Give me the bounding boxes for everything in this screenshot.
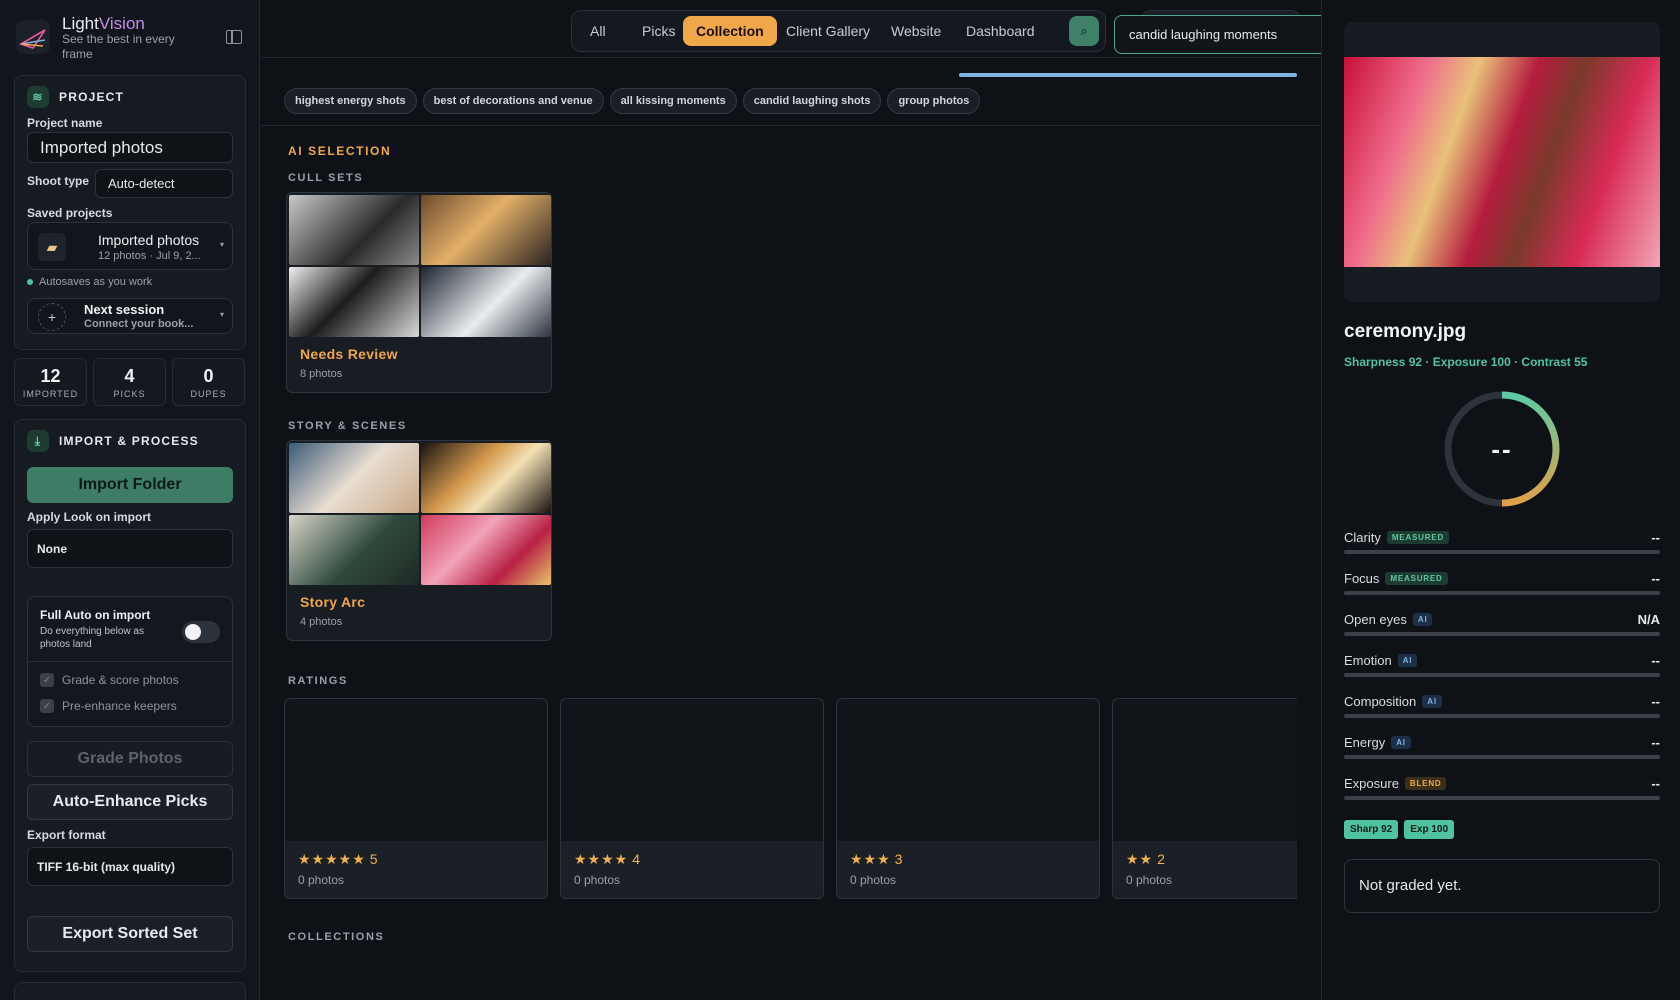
project-card: ≋ PROJECT Project name Imported photos S… xyxy=(14,75,246,350)
rating-footer: ★★ 2 0 photos xyxy=(1113,841,1297,898)
brand: LightVision See the best in every frame xyxy=(16,14,246,62)
brand-name: LightVision xyxy=(62,14,145,33)
layers-icon: ≋ xyxy=(27,86,49,108)
star-icon: ★★★ 3 xyxy=(850,851,904,867)
stat-imported: 12 IMPORTED xyxy=(14,358,87,406)
metric-emotion: Emotion AI -- xyxy=(1344,653,1660,683)
project-heading: ≋ PROJECT xyxy=(27,86,124,108)
brand-tagline: See the best in every frame xyxy=(62,32,175,61)
apply-look-select[interactable]: None xyxy=(27,529,233,568)
rating-card-4[interactable]: ★★★★ 4 0 photos xyxy=(560,698,824,899)
metric-composition: Composition AI -- xyxy=(1344,694,1660,724)
rating-count: 0 photos xyxy=(850,873,897,887)
project-name-label: Project name xyxy=(27,116,103,130)
chevron-down-icon: ▾ xyxy=(219,310,224,319)
ai-badge: AI xyxy=(1391,736,1411,749)
auto-enhance-button[interactable]: Auto-Enhance Picks xyxy=(27,784,233,820)
star-icon: ★★ 2 xyxy=(1126,851,1166,867)
autosave-status: Autosaves as you work xyxy=(27,276,152,288)
rating-count: 0 photos xyxy=(574,873,621,887)
check-icon: ✓ xyxy=(40,699,54,713)
grade-score-checkbox[interactable]: ✓ Grade & score photos xyxy=(40,673,179,687)
stat-dupes: 0 DUPES xyxy=(172,358,245,406)
apply-look-label: Apply Look on import xyxy=(27,510,151,524)
logo-icon xyxy=(16,20,50,54)
saved-project-meta: 12 photos · Jul 9, 2... xyxy=(98,250,201,262)
saved-project-item[interactable]: ▰ Imported photos 12 photos · Jul 9, 2..… xyxy=(27,222,233,270)
shoot-type-label: Shoot type xyxy=(27,174,89,188)
metric-exposure: Exposure BLEND -- xyxy=(1344,776,1660,806)
full-auto-toggle[interactable] xyxy=(182,621,220,643)
rating-footer: ★★★★★ 5 0 photos xyxy=(285,841,547,898)
rating-count: 0 photos xyxy=(298,873,345,887)
photo-preview[interactable] xyxy=(1344,22,1660,302)
metric-open-eyes: Open eyes AI N/A xyxy=(1344,612,1660,642)
plus-icon: + xyxy=(38,303,66,331)
metric-energy: Energy AI -- xyxy=(1344,735,1660,765)
ai-badge: AI xyxy=(1412,613,1433,626)
full-auto-panel: Full Auto on import Do everything below … xyxy=(27,596,233,727)
rating-footer: ★★★★ 4 0 photos xyxy=(561,841,823,898)
download-icon: ⤓ xyxy=(27,430,49,452)
chevron-down-icon: ▾ xyxy=(219,240,224,249)
rating-footer: ★★★ 3 0 photos xyxy=(837,841,1099,898)
measured-badge: MEASURED xyxy=(1385,572,1448,585)
full-auto-title: Full Auto on import xyxy=(40,608,151,622)
main-content: All Picks Collection Client Gallery Webs… xyxy=(261,0,1366,1000)
check-icon: ✓ xyxy=(40,673,54,687)
star-icon: ★★★★★ 5 xyxy=(298,851,379,867)
import-folder-button[interactable]: Import Folder xyxy=(27,467,233,503)
rating-count: 0 photos xyxy=(1126,873,1173,887)
folder-icon: ▰ xyxy=(38,233,66,261)
grade-photos-button[interactable]: Grade Photos xyxy=(27,741,233,777)
stat-picks: 4 PICKS xyxy=(93,358,166,406)
blend-badge: BLEND xyxy=(1404,777,1447,790)
metric-pills: Sharp 92 Exp 100 xyxy=(1344,820,1455,839)
full-auto-sub: Do everything below as photos land xyxy=(40,626,144,650)
next-session-sub: Connect your book... xyxy=(84,318,194,330)
score-dial: -- xyxy=(1443,390,1561,508)
divider xyxy=(28,661,232,662)
next-card xyxy=(14,982,246,1000)
ratings-strip: ★★★★★ 5 0 photos ★★★★ 4 0 photos ★★★ 3 0 ph… xyxy=(261,0,1297,1000)
rating-card-5[interactable]: ★★★★★ 5 0 photos xyxy=(284,698,548,899)
grade-status: Not graded yet. xyxy=(1344,859,1660,913)
score-value: -- xyxy=(1491,434,1513,464)
sidebar-toggle-icon[interactable] xyxy=(226,30,242,44)
export-format-select[interactable]: TIFF 16-bit (max quality) xyxy=(27,847,233,886)
exposure-pill: Exp 100 xyxy=(1404,820,1455,839)
measured-badge: MEASURED xyxy=(1386,531,1450,544)
status-dot-icon xyxy=(27,279,33,285)
detail-panel: ceremony.jpg Sharpness 92 · Exposure 100… xyxy=(1321,0,1680,1000)
shoot-type-select[interactable]: Auto-detect xyxy=(95,169,233,198)
sharpness-pill: Sharp 92 xyxy=(1344,820,1399,839)
import-heading: ⤓ IMPORT & PROCESS xyxy=(27,430,199,452)
export-format-label: Export format xyxy=(27,828,106,842)
metric-clarity: Clarity MEASURED -- xyxy=(1344,530,1660,560)
import-process-card: ⤓ IMPORT & PROCESS Import Folder Apply L… xyxy=(14,419,246,972)
saved-projects-label: Saved projects xyxy=(27,206,113,220)
saved-project-title: Imported photos xyxy=(98,232,200,248)
collections-title: COLLECTIONS xyxy=(288,931,385,943)
next-session-title: Next session xyxy=(84,302,165,317)
photo-metrics: Sharpness 92 · Exposure 100 · Contrast 5… xyxy=(1344,355,1588,369)
rating-card-2[interactable]: ★★ 2 0 photos xyxy=(1112,698,1297,899)
export-sorted-button[interactable]: Export Sorted Set xyxy=(27,916,233,952)
ai-badge: AI xyxy=(1397,654,1418,667)
sidebar: LightVision See the best in every frame … xyxy=(0,0,260,1000)
ai-badge: AI xyxy=(1422,695,1442,708)
photo-image xyxy=(1344,57,1660,267)
next-session-item[interactable]: + Next session Connect your book... ▾ xyxy=(27,298,233,334)
project-name-input[interactable]: Imported photos xyxy=(27,132,233,163)
pre-enhance-checkbox[interactable]: ✓ Pre-enhance keepers xyxy=(40,699,177,713)
photo-filename: ceremony.jpg xyxy=(1344,321,1467,342)
rating-card-3[interactable]: ★★★ 3 0 photos xyxy=(836,698,1100,899)
metric-focus: Focus MEASURED -- xyxy=(1344,571,1660,601)
star-icon: ★★★★ 4 xyxy=(574,851,641,867)
